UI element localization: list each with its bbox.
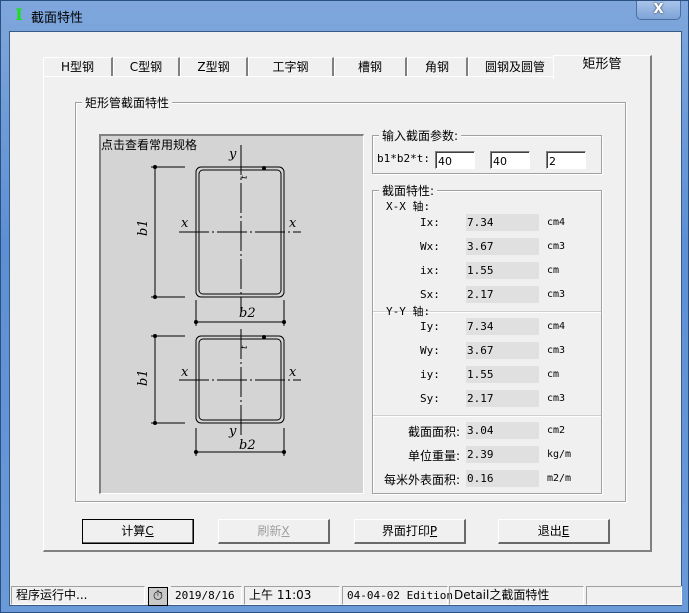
area-label: 截面面积: bbox=[407, 425, 460, 439]
iy-radius-unit: cm bbox=[547, 369, 560, 380]
stopwatch-icon: ⏱ bbox=[148, 587, 168, 606]
sx-unit: cm3 bbox=[547, 289, 566, 300]
status-module: Detail之截面特性 bbox=[449, 586, 584, 605]
label-b1-1: b1 bbox=[136, 219, 151, 236]
wx-value: 3.67 bbox=[466, 238, 539, 255]
label-b1-2: b1 bbox=[136, 369, 151, 386]
label-x-left-1: x bbox=[181, 216, 189, 231]
area-value: 3.04 bbox=[466, 422, 539, 439]
app-window: I 截面特性 X H型钢 C型钢 Z型钢 工字钢 槽钢 角钢 圆钢及圆管 矩形管… bbox=[0, 0, 689, 613]
sy-unit: cm3 bbox=[547, 393, 566, 404]
b2-input[interactable] bbox=[490, 151, 530, 169]
tab-label: 工字钢 bbox=[272, 60, 309, 74]
label-t-1: t bbox=[240, 175, 250, 179]
label-y-1: y bbox=[228, 147, 237, 162]
tab-i-beam[interactable]: 工字钢 bbox=[248, 57, 334, 77]
iy-value: 7.34 bbox=[466, 318, 539, 335]
surface-area-value: 0.16 bbox=[466, 470, 539, 487]
tab-label: H型钢 bbox=[60, 60, 95, 74]
ix-radius-value: 1.55 bbox=[466, 262, 539, 279]
label-b2-2: b2 bbox=[239, 438, 256, 453]
wx-unit: cm3 bbox=[547, 241, 566, 252]
tab-label: 槽钢 bbox=[357, 60, 382, 74]
button-label: 界面打印 bbox=[381, 524, 430, 538]
b1-b2-t-label: b1*b2*t: bbox=[377, 152, 430, 165]
ix-label: Ix: bbox=[420, 216, 440, 229]
properties-title: 截面特性: bbox=[379, 182, 438, 199]
tab-label: 矩形管 bbox=[582, 57, 622, 72]
yy-axis-label: Y-Y 轴: bbox=[386, 305, 431, 318]
refresh-button[interactable]: 刷新X bbox=[218, 519, 330, 544]
input-group-title: 输入截面参数: bbox=[379, 127, 462, 144]
unit-weight-label: 单位重量: bbox=[407, 449, 460, 463]
label-x-right-1: x bbox=[289, 216, 297, 231]
label-y-2: y bbox=[228, 424, 237, 439]
sy-label: Sy: bbox=[420, 392, 440, 405]
label-b2-1: b2 bbox=[239, 306, 256, 321]
ix-unit: cm4 bbox=[547, 217, 566, 228]
tab-c-steel[interactable]: C型钢 bbox=[113, 57, 180, 77]
tab-label: 角钢 bbox=[424, 60, 449, 74]
xx-axis-label: X-X 轴: bbox=[386, 200, 431, 213]
button-label: 刷新 bbox=[257, 524, 282, 538]
tab-h-steel[interactable]: H型钢 bbox=[43, 57, 113, 77]
surface-area-unit: m2/m bbox=[547, 473, 572, 484]
unit-weight-unit: kg/m bbox=[547, 449, 572, 460]
tab-rect-tube[interactable]: 矩形管 bbox=[553, 55, 652, 79]
hotkey: C bbox=[145, 524, 154, 538]
wx-label: Wx: bbox=[420, 240, 440, 253]
hotkey: P bbox=[429, 524, 438, 538]
iy-unit: cm4 bbox=[547, 321, 566, 332]
status-text: 程序运行中... bbox=[11, 586, 145, 605]
print-button[interactable]: 界面打印P bbox=[354, 519, 466, 544]
tab-label: C型钢 bbox=[129, 60, 163, 74]
window-title: 截面特性 bbox=[31, 11, 84, 26]
label-t-2: t bbox=[240, 345, 250, 349]
section-drawing[interactable]: 点击查看常用规格 y x x b2 b1 t x x y b2 b1 t bbox=[99, 134, 364, 494]
status-bar: 程序运行中... ⏱ 2019/8/16 上午 11:03 04-04-02 E… bbox=[11, 583, 682, 606]
ix-radius-unit: cm bbox=[547, 265, 560, 276]
dialog-client: H型钢 C型钢 Z型钢 工字钢 槽钢 角钢 圆钢及圆管 矩形管 矩形管截面特性 … bbox=[9, 31, 682, 606]
button-label: 计算 bbox=[121, 524, 146, 538]
rect-tube-diagram: y x x b2 b1 t x x y b2 b1 t bbox=[136, 145, 301, 456]
sx-label: Sx: bbox=[420, 288, 440, 301]
status-edition: 04-04-02 Edition bbox=[342, 586, 453, 605]
status-extra bbox=[586, 586, 682, 605]
tab-z-steel[interactable]: Z型钢 bbox=[180, 57, 248, 77]
wy-value: 3.67 bbox=[466, 342, 539, 359]
tab-label: 圆钢及圆管 bbox=[484, 60, 545, 74]
surface-area-label: 每米外表面积: bbox=[383, 473, 460, 487]
iy-label: Iy: bbox=[420, 320, 440, 333]
t-input[interactable] bbox=[546, 151, 586, 169]
exit-button[interactable]: 退出E bbox=[498, 519, 610, 544]
label-x-left-2: x bbox=[181, 365, 189, 380]
wy-unit: cm3 bbox=[547, 345, 566, 356]
sy-value: 2.17 bbox=[466, 390, 539, 407]
b1-input[interactable] bbox=[435, 151, 475, 169]
label-x-right-2: x bbox=[289, 365, 297, 380]
tab-label: Z型钢 bbox=[197, 60, 230, 74]
wy-label: Wy: bbox=[420, 344, 440, 357]
tab-angle[interactable]: 角钢 bbox=[407, 57, 468, 77]
status-date: 2019/8/16 bbox=[171, 586, 242, 605]
ix-radius-label: ix: bbox=[420, 264, 440, 277]
iy-radius-label: iy: bbox=[420, 368, 440, 381]
I-beam-icon: I bbox=[15, 5, 23, 24]
close-button[interactable]: X bbox=[636, 1, 681, 20]
unit-weight-value: 2.39 bbox=[466, 446, 539, 463]
hotkey: X bbox=[281, 524, 290, 538]
title-bar[interactable]: I 截面特性 X bbox=[1, 1, 689, 29]
iy-radius-value: 1.55 bbox=[466, 366, 539, 383]
tab-channel[interactable]: 槽钢 bbox=[334, 57, 407, 77]
button-label: 退出 bbox=[537, 524, 562, 538]
calculate-button[interactable]: 计算C bbox=[82, 519, 194, 544]
separator bbox=[373, 415, 601, 417]
status-time: 上午 11:03 bbox=[244, 586, 340, 605]
sx-value: 2.17 bbox=[466, 286, 539, 303]
group-title: 矩形管截面特性 bbox=[82, 94, 173, 111]
ix-value: 7.34 bbox=[466, 214, 539, 231]
hotkey: E bbox=[561, 524, 570, 538]
area-unit: cm2 bbox=[547, 425, 566, 436]
tab-round[interactable]: 圆钢及圆管 bbox=[468, 57, 563, 77]
